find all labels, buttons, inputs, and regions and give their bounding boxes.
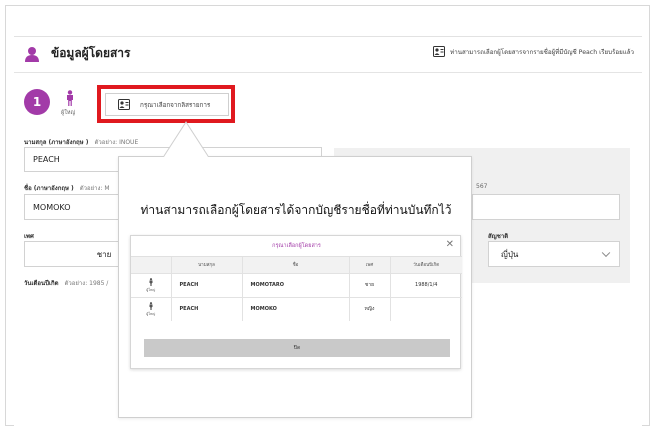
popup-pointer [163, 121, 209, 157]
row-gender: ชาย [349, 272, 391, 297]
birthdate-label-text: วันเดือนปีเกิด [24, 280, 59, 287]
user-icon [25, 47, 39, 62]
surname-label-text: นามสกุล (ภาษาอังกฤษ ) [24, 139, 89, 146]
passenger-type-label: ผู้ใหญ่ [61, 110, 76, 116]
nationality-label: สัญชาติ [488, 233, 509, 240]
col-header-type [131, 257, 172, 273]
row-surname: PEACH [171, 272, 243, 297]
row-birthdate [390, 296, 462, 321]
right-panel-hint: 567 [476, 183, 488, 190]
firstname-hint: ตัวอย่าง: M [79, 185, 110, 192]
header-divider [14, 72, 642, 73]
gender-value: ชาย [96, 249, 112, 259]
row-type-cell: ผู้ใหญ่ [131, 272, 172, 297]
nationality-value: ญี่ปุ่น [501, 249, 519, 259]
table-header-row: นามสกุล ชื่อ เพศ วันเดือนปีเกิด [131, 257, 462, 273]
gender-toggle-male[interactable]: ชาย [24, 241, 124, 267]
close-button[interactable]: ปิด [144, 339, 450, 357]
modal-title: กรุณาเลือกผู้โดยสาร [272, 243, 321, 249]
select-passenger-modal: กรุณาเลือกผู้โดยสาร ✕ นามสกุล ชื่อ เพศ ว… [130, 235, 462, 369]
adult-passenger-icon [149, 301, 153, 310]
surname-label: นามสกุล (ภาษาอังกฤษ ) ตัวอย่าง: INOUE [24, 137, 138, 147]
firstname-value: MOMOKO [33, 202, 71, 212]
surname-hint: ตัวอย่าง: INOUE [94, 139, 139, 146]
row-birthdate: 1988/1/4 [390, 272, 462, 297]
contacts-card-icon [433, 46, 446, 57]
passenger-table: นามสกุล ชื่อ เพศ วันเดือนปีเกิด ผู้ใหญ่ … [131, 257, 462, 321]
section-header: ข้อมูลผู้โดยสาร ท่านสามารถเลือกผู้โดยสาร… [14, 40, 642, 68]
firstname-label: ชื่อ (ภาษาอังกฤษ ) ตัวอย่าง: M [24, 183, 110, 193]
popup-title: ท่านสามารถเลือกผู้โดยสารได้จากบัญชีรายชื… [140, 203, 452, 217]
birthdate-label: วันเดือนปีเกิด ตัวอย่าง: 1985 / [24, 278, 108, 288]
row-surname: PEACH [171, 296, 243, 321]
row-type-cell: ผู้ใหญ่ [131, 296, 172, 321]
highlight-box [97, 85, 235, 123]
birthdate-hint: ตัวอย่าง: 1985 / [64, 280, 109, 287]
firstname-label-text: ชื่อ (ภาษาอังกฤษ ) [24, 185, 74, 192]
row-name: MOMOTARO [242, 272, 350, 297]
row-type-label: ผู้ใหญ่ [146, 287, 156, 292]
col-header-birthdate: วันเดือนปีเกิด [390, 257, 462, 273]
chevron-down-icon [601, 248, 611, 258]
surname-value: PEACH [33, 155, 60, 164]
section-title: ข้อมูลผู้โดยสาร [51, 46, 131, 60]
table-row[interactable]: ผู้ใหญ่ PEACH MOMOKO หญิง [131, 296, 462, 321]
row-name: MOMOKO [242, 296, 350, 321]
account-list-hint[interactable]: ท่านสามารถเลือกผู้โดยสารจากรายชื่อผู้ที่… [433, 46, 634, 57]
row-gender: หญิง [349, 296, 391, 321]
row-type-label: ผู้ใหญ่ [146, 311, 156, 316]
col-header-surname: นามสกุล [171, 257, 243, 273]
table-row[interactable]: ผู้ใหญ่ PEACH MOMOTARO ชาย 1988/1/4 [131, 272, 462, 297]
col-header-name: ชื่อ [242, 257, 350, 273]
close-icon[interactable]: ✕ [446, 240, 454, 250]
account-list-hint-text: ท่านสามารถเลือกผู้โดยสารจากรายชื่อผู้ที่… [450, 48, 634, 56]
nationality-select[interactable]: ญี่ปุ่น [488, 241, 620, 267]
adult-passenger-icon [149, 277, 153, 286]
right-panel-input[interactable] [472, 194, 620, 220]
col-header-gender: เพศ [349, 257, 391, 273]
adult-passenger-icon [67, 90, 73, 106]
gender-label: เพศ [24, 233, 34, 240]
firstname-input[interactable]: MOMOKO [24, 194, 124, 220]
passenger-number-badge: 1 [24, 89, 50, 115]
